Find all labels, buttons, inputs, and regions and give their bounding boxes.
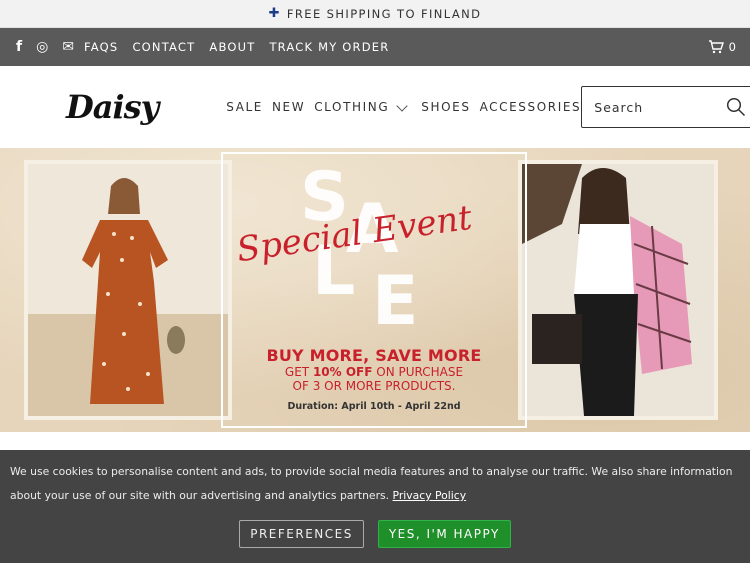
announcement-bar: ✚ FREE SHIPPING TO FINLAND (0, 0, 750, 28)
social-links: f ◎ ✉ (16, 39, 74, 55)
instagram-icon[interactable]: ◎ (36, 39, 48, 55)
preferences-button[interactable]: PREFERENCES (239, 520, 364, 548)
search-icon[interactable] (726, 97, 746, 117)
contact-link[interactable]: CONTACT (132, 40, 195, 54)
promo-text: BUY MORE, SAVE MORE GET 10% OFF ON PURCH… (224, 346, 524, 412)
nav-sale[interactable]: SALE (226, 100, 263, 114)
search-box (581, 86, 750, 128)
cookie-actions: PREFERENCES YES, I'M HAPPY (10, 520, 740, 548)
accept-cookies-button[interactable]: YES, I'M HAPPY (377, 520, 511, 548)
nav-accessories[interactable]: ACCESSORIES (480, 100, 582, 114)
promo-headline: BUY MORE, SAVE MORE (266, 346, 482, 365)
promo-offer-line2: OF 3 OR MORE PRODUCTS. (292, 379, 456, 393)
announcement-text: FREE SHIPPING TO FINLAND (286, 6, 482, 21)
nav-clothing-label: CLOTHING (314, 100, 390, 114)
cart-count: 0 (728, 40, 736, 54)
site-header: Daisy SALE NEW CLOTHING SHOES ACCESSORIE… (0, 66, 750, 148)
mail-icon[interactable]: ✉ (62, 39, 74, 55)
cookie-banner: We use cookies to personalise content an… (0, 450, 750, 563)
utility-links: FAQS CONTACT ABOUT TRACK MY ORDER (84, 40, 389, 54)
facebook-icon[interactable]: f (16, 39, 22, 55)
logo[interactable]: Daisy (66, 88, 159, 126)
cart-button[interactable]: 0 (708, 40, 736, 54)
promo-duration: Duration: April 10th - April 22nd (287, 401, 461, 412)
cookie-message: We use cookies to personalise content an… (10, 460, 740, 508)
nav-new[interactable]: NEW (272, 100, 305, 114)
search-input[interactable] (592, 98, 727, 116)
track-order-link[interactable]: TRACK MY ORDER (269, 40, 389, 54)
cookie-text: We use cookies to personalise content an… (10, 465, 733, 502)
nav-clothing[interactable]: CLOTHING (314, 99, 412, 114)
promo-offer-line1: GET 10% OFF ON PURCHASE (224, 365, 524, 379)
offer-discount: 10% OFF (312, 365, 373, 379)
nav-shoes[interactable]: SHOES (421, 100, 470, 114)
offer-suffix: ON PURCHASE (376, 365, 464, 379)
cart-icon (708, 40, 724, 54)
offer-prefix: GET (284, 365, 310, 379)
hero-banner[interactable]: S A L E Special Event BUY MORE, SAVE MOR… (0, 148, 750, 432)
finland-flag-icon: ✚ (268, 6, 281, 21)
model-photo-left (28, 164, 228, 416)
chevron-down-icon (396, 99, 408, 112)
model-photo-right (522, 164, 714, 416)
sale-letter-e: E (372, 262, 419, 341)
utility-bar: f ◎ ✉ FAQS CONTACT ABOUT TRACK MY ORDER … (0, 28, 750, 66)
privacy-policy-link[interactable]: Privacy Policy (393, 489, 467, 502)
faqs-link[interactable]: FAQS (84, 40, 118, 54)
main-nav: SALE NEW CLOTHING SHOES ACCESSORIES (226, 99, 582, 114)
about-link[interactable]: ABOUT (209, 40, 255, 54)
